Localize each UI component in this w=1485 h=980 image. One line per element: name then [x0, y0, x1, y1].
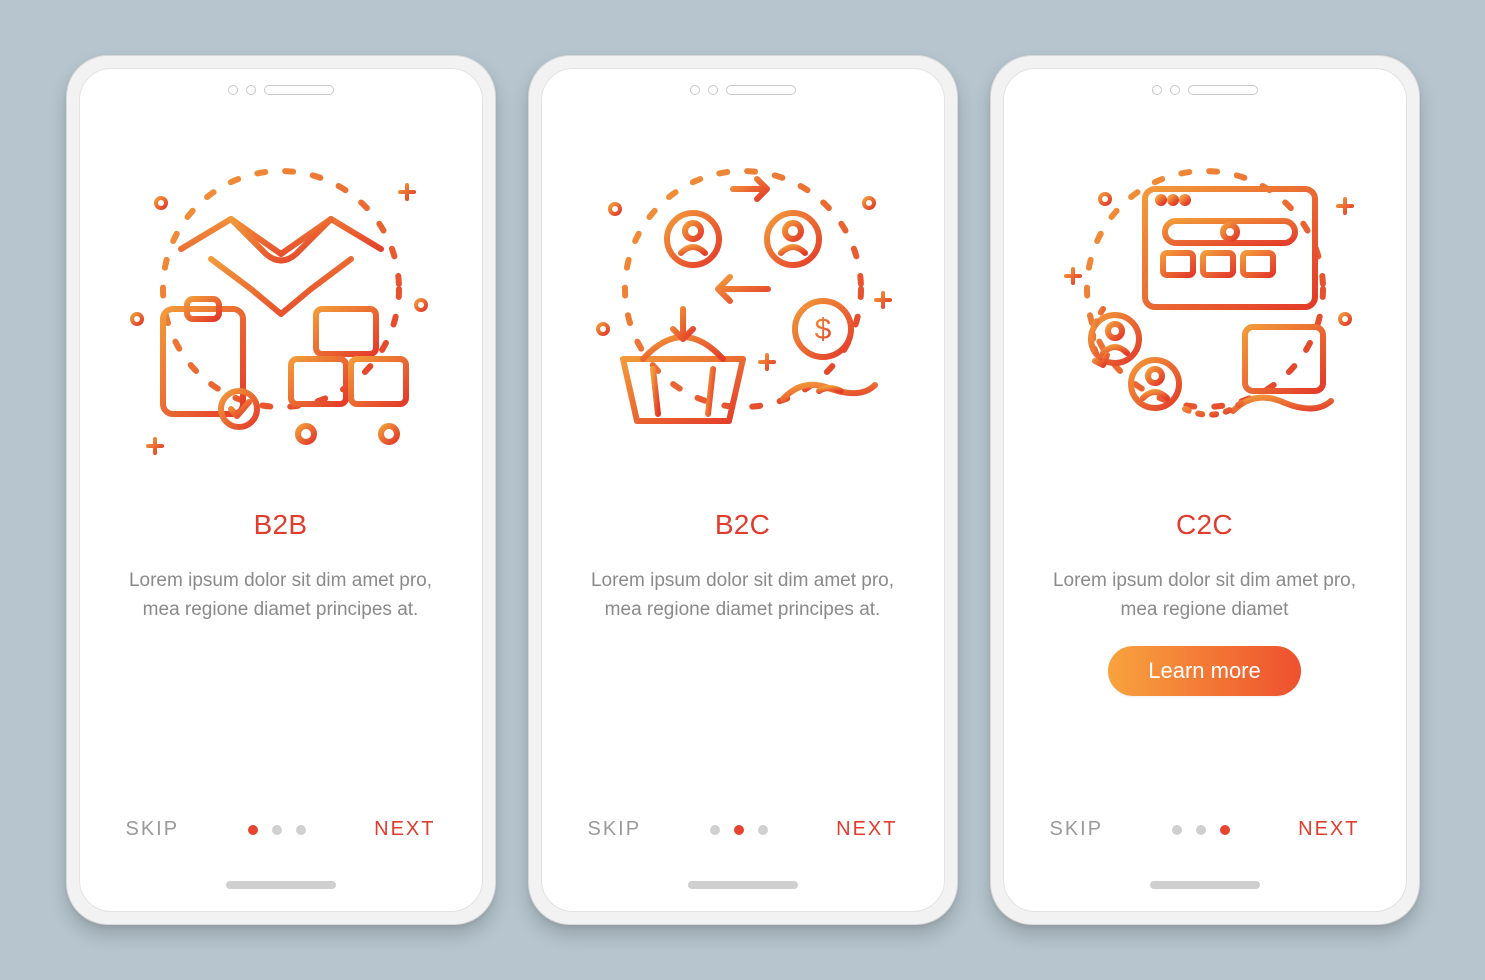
camera-dot-icon [708, 85, 718, 95]
onboarding-screen-c2c: C2C Lorem ipsum dolor sit dim amet pro, … [1003, 68, 1407, 912]
b2c-basket-icon: $ [583, 159, 903, 459]
camera-dot-icon [1170, 85, 1180, 95]
dot-1[interactable] [710, 825, 720, 835]
page-indicator [710, 825, 768, 835]
onboarding-description: Lorem ipsum dolor sit dim amet pro, mea … [542, 567, 944, 624]
phone-mockup-b2b: B2B Lorem ipsum dolor sit dim amet pro, … [66, 55, 496, 925]
dot-3[interactable] [296, 825, 306, 835]
onboarding-description: Lorem ipsum dolor sit dim amet pro, mea … [80, 567, 482, 624]
next-button[interactable]: NEXT [374, 818, 435, 841]
phone-speaker-area [542, 85, 944, 95]
onboarding-description: Lorem ipsum dolor sit dim amet pro, mea … [1004, 567, 1406, 624]
dot-2[interactable] [272, 825, 282, 835]
c2c-marketplace-icon [1045, 159, 1365, 459]
onboarding-screen-b2b: B2B Lorem ipsum dolor sit dim amet pro, … [79, 68, 483, 912]
onboarding-stage: B2B Lorem ipsum dolor sit dim amet pro, … [66, 55, 1420, 925]
camera-dot-icon [228, 85, 238, 95]
camera-dot-icon [690, 85, 700, 95]
skip-button[interactable]: SKIP [1050, 818, 1104, 841]
dot-3[interactable] [1220, 825, 1230, 835]
onboarding-title: C2C [1176, 509, 1233, 541]
next-button[interactable]: NEXT [836, 818, 897, 841]
home-indicator [688, 881, 798, 889]
speaker-slot-icon [264, 85, 334, 95]
page-indicator [248, 825, 306, 835]
camera-dot-icon [1152, 85, 1162, 95]
phone-mockup-c2c: C2C Lorem ipsum dolor sit dim amet pro, … [990, 55, 1420, 925]
home-indicator [226, 881, 336, 889]
dot-3[interactable] [758, 825, 768, 835]
dot-2[interactable] [734, 825, 744, 835]
onboarding-nav: SKIP NEXT [542, 818, 944, 841]
speaker-slot-icon [1188, 85, 1258, 95]
onboarding-screen-b2c: $ B2C Lorem ipsum dolor sit dim amet pro… [541, 68, 945, 912]
dot-1[interactable] [1172, 825, 1182, 835]
skip-button[interactable]: SKIP [126, 818, 180, 841]
phone-speaker-area [1004, 85, 1406, 95]
speaker-slot-icon [726, 85, 796, 95]
b2b-handshake-icon [121, 159, 441, 459]
dot-1[interactable] [248, 825, 258, 835]
svg-text:$: $ [814, 313, 831, 346]
dot-2[interactable] [1196, 825, 1206, 835]
learn-more-button[interactable]: Learn more [1108, 646, 1301, 696]
onboarding-title: B2B [254, 509, 308, 541]
skip-button[interactable]: SKIP [588, 818, 642, 841]
next-button[interactable]: NEXT [1298, 818, 1359, 841]
camera-dot-icon [246, 85, 256, 95]
phone-mockup-b2c: $ B2C Lorem ipsum dolor sit dim amet pro… [528, 55, 958, 925]
phone-speaker-area [80, 85, 482, 95]
onboarding-title: B2C [715, 509, 770, 541]
onboarding-nav: SKIP NEXT [1004, 818, 1406, 841]
onboarding-nav: SKIP NEXT [80, 818, 482, 841]
page-indicator [1172, 825, 1230, 835]
home-indicator [1150, 881, 1260, 889]
